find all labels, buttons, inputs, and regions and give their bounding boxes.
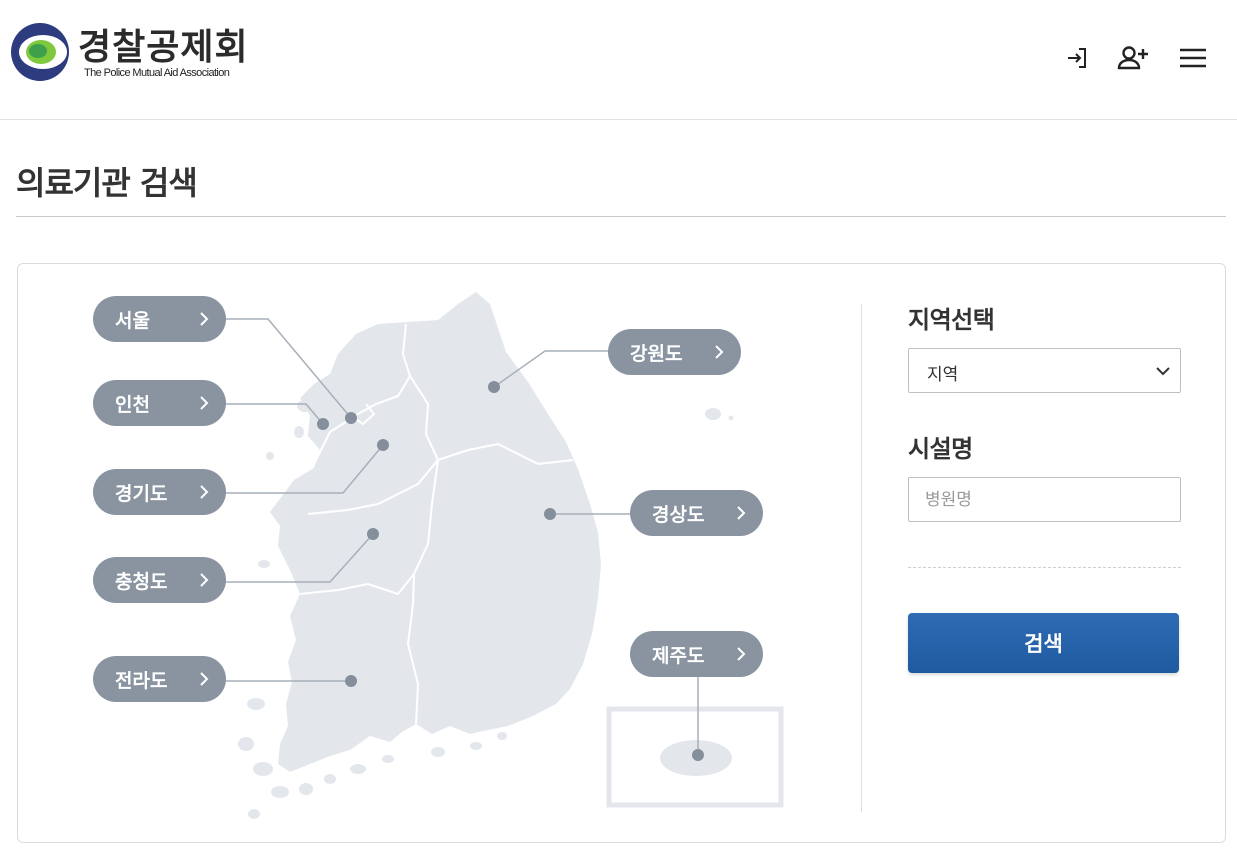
region-select-value: 지역: [927, 365, 959, 385]
region-label: 서울: [115, 309, 150, 332]
chevron-right-icon: [200, 396, 209, 410]
facility-name-label: 시설명: [908, 435, 973, 463]
search-button[interactable]: 검색: [908, 613, 1179, 673]
region-label: 경기도: [115, 482, 168, 505]
chevron-right-icon: [200, 573, 209, 587]
logo-title: 경찰공제회: [78, 27, 249, 68]
logo-emblem-icon: [11, 23, 69, 81]
region-button-gyeonggi[interactable]: 경기도: [93, 469, 226, 515]
panel-divider: [861, 304, 862, 812]
region-button-seoul[interactable]: 서울: [93, 296, 226, 342]
region-label: 강원도: [630, 342, 683, 365]
search-form: 지역선택 지역 시설명 검색: [908, 264, 1183, 842]
page-title: 의료기관 검색: [16, 164, 198, 202]
region-button-incheon[interactable]: 인천: [93, 380, 226, 426]
chevron-right-icon: [737, 506, 746, 520]
region-button-jeolla[interactable]: 전라도: [93, 656, 226, 702]
chevron-right-icon: [200, 672, 209, 686]
form-divider: [908, 567, 1181, 568]
login-icon[interactable]: [1059, 40, 1095, 76]
region-label: 인천: [115, 393, 150, 416]
region-button-chungcheong[interactable]: 충청도: [93, 557, 226, 603]
logo-subtitle: The Police Mutual Aid Association: [84, 67, 230, 79]
chevron-down-icon: [1156, 367, 1170, 376]
region-button-jeju[interactable]: 제주도: [630, 631, 763, 677]
title-divider: [16, 216, 1226, 217]
menu-icon[interactable]: [1175, 40, 1211, 76]
search-panel: 서울 인천 경기도 충청도 전라도 강원도 경상도 제주도 지역선택 지역 시설…: [17, 263, 1226, 843]
facility-name-input[interactable]: [908, 477, 1181, 522]
chevron-right-icon: [715, 345, 724, 359]
region-button-gyeongsang[interactable]: 경상도: [630, 490, 763, 536]
region-label: 충청도: [115, 570, 168, 593]
chevron-right-icon: [200, 312, 209, 326]
korea-map-area: 서울 인천 경기도 충청도 전라도 강원도 경상도 제주도: [18, 264, 861, 842]
chevron-right-icon: [737, 647, 746, 661]
region-label: 전라도: [115, 669, 168, 692]
region-select-label: 지역선택: [908, 306, 995, 334]
site-logo[interactable]: 경찰공제회 The Police Mutual Aid Association: [10, 18, 270, 84]
site-header: 경찰공제회 The Police Mutual Aid Association: [0, 0, 1237, 120]
join-icon[interactable]: [1115, 40, 1151, 76]
region-select[interactable]: 지역: [908, 348, 1181, 393]
chevron-right-icon: [200, 485, 209, 499]
region-label: 제주도: [652, 644, 705, 667]
region-button-gangwon[interactable]: 강원도: [608, 329, 741, 375]
region-label: 경상도: [652, 503, 705, 526]
